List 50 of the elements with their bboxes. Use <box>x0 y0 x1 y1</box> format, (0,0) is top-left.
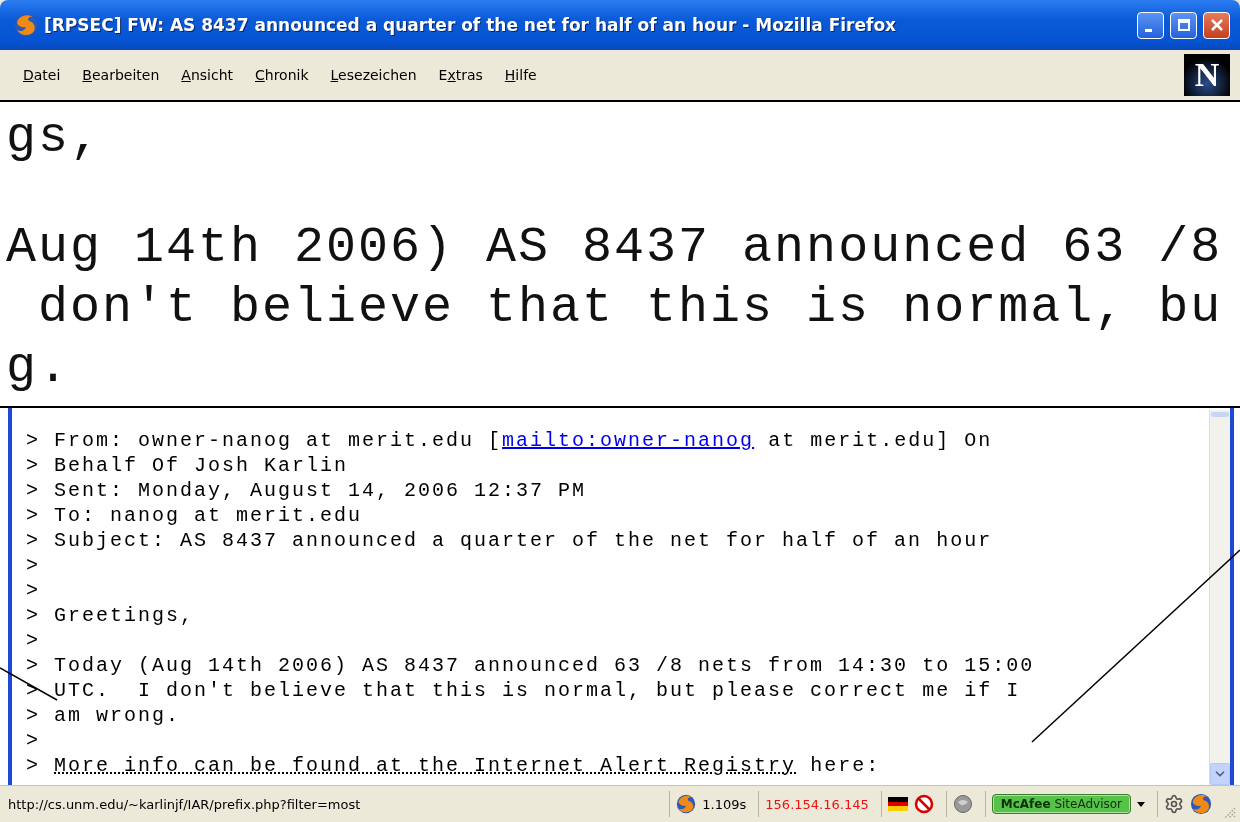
message-line: > Greetings, <box>26 603 196 628</box>
message-line: > From: owner-nanog at merit.edu [mailto:owner-nanog at merit.edu] On <box>26 428 994 453</box>
message-line: > More info can be found at the Internet Alert Registry here: <box>26 753 882 778</box>
message-line: > Sent: Monday, August 14, 2006 12:37 PM <box>26 478 588 503</box>
resize-grip-icon[interactable] <box>1224 807 1236 819</box>
menu-item[interactable]: Bearbeiten <box>71 63 171 87</box>
message-line: > am wrong. <box>26 703 182 728</box>
scroll-down-button[interactable] <box>1210 763 1230 785</box>
firefox-logo-icon <box>1190 793 1212 815</box>
message-line: > <box>26 578 41 603</box>
fox-icon <box>676 794 697 814</box>
close-button[interactable] <box>1203 11 1230 39</box>
blocked-icon[interactable] <box>913 794 934 814</box>
menu-item[interactable]: Hilfe <box>493 63 548 87</box>
message-line: > <box>26 728 41 753</box>
status-url: http://cs.unm.edu/~karlinjf/IAR/prefix.php?filter=most <box>8 796 362 812</box>
ip-address: 156.154.16.145 <box>765 796 869 812</box>
throbber-logo: N <box>1184 54 1230 96</box>
firefox-logo-icon <box>14 13 38 37</box>
menu-item[interactable]: Chronik <box>244 63 320 87</box>
globe-icon[interactable] <box>952 794 973 814</box>
message-line: > Behalf Of Josh Karlin <box>26 453 350 478</box>
close-icon <box>1209 18 1224 32</box>
flag-icon[interactable] <box>887 797 908 811</box>
window-title: [RPSEC] FW: AS 8437 announced a quarter of the net for half of an hour - Mozilla Firefox <box>44 15 898 35</box>
maximize-button[interactable] <box>1170 11 1197 39</box>
gear-icon[interactable] <box>1164 794 1184 814</box>
message-line: > <box>26 553 41 578</box>
magnified-text: Aug 14th 2006) AS 8437 announced 63 /8 <box>6 218 1224 278</box>
message-line: > Today (Aug 14th 2006) AS 8437 announced 63 /8 nets from 14:30 to 15:00 <box>26 653 1036 678</box>
text-link[interactable]: More info can be found at the Internet Alert Registry <box>54 754 797 777</box>
caret-icon[interactable] <box>1137 801 1145 807</box>
magnified-text: don't believe that this is normal, bu <box>37 278 1224 338</box>
maximize-icon <box>1176 18 1191 32</box>
menu-item[interactable]: Ansicht <box>170 63 244 87</box>
menu-item[interactable]: Lesezeichen <box>319 63 428 87</box>
message-line: > Subject: AS 8437 announced a quarter of the net for half of an hour <box>26 528 994 553</box>
menu-item[interactable]: Datei <box>12 63 72 87</box>
magnified-text: gs, <box>6 108 103 168</box>
siteadvisor-button[interactable]: McAfee SiteAdvisor <box>991 794 1131 814</box>
message-line: > <box>26 628 41 653</box>
menu-item[interactable]: Extras <box>427 63 494 87</box>
message-line: > To: nanog at merit.edu <box>26 503 364 528</box>
vertical-scrollbar[interactable] <box>1209 410 1230 785</box>
scrollbar-thumb[interactable] <box>1211 412 1229 417</box>
minimize-icon <box>1144 28 1152 32</box>
minimize-button[interactable] <box>1137 11 1164 39</box>
magnified-text: g. <box>6 338 71 398</box>
load-time: 1.109s <box>702 796 747 812</box>
email-link[interactable]: mailto:owner-nanog <box>502 429 755 452</box>
